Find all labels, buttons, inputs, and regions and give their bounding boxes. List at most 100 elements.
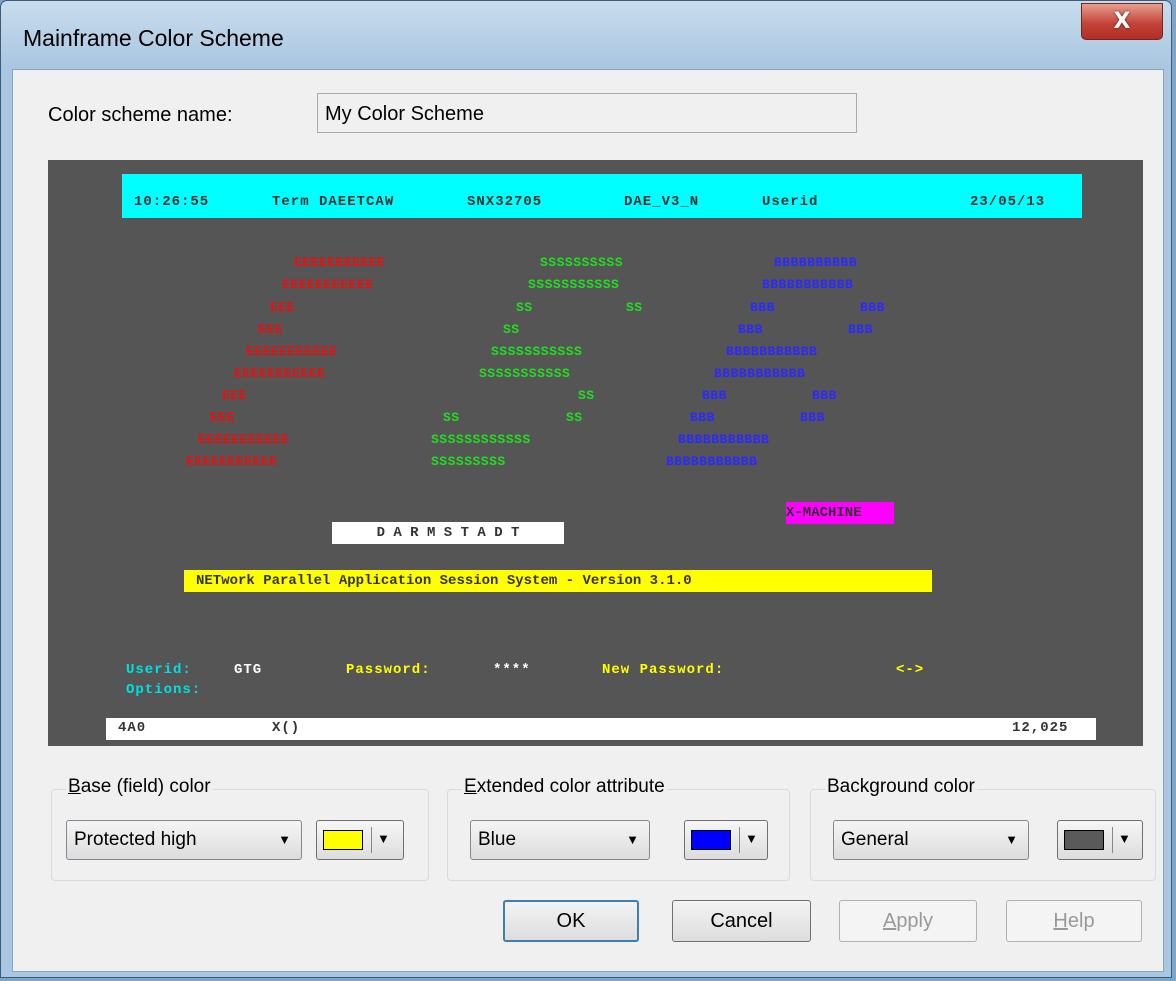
logo-s-line: SS <box>626 300 643 315</box>
extended-color-value: Blue <box>478 829 517 850</box>
logo-s-line: SS <box>443 410 460 425</box>
status-left: 4A0 <box>118 720 147 736</box>
dialog-window: Mainframe Color Scheme X Color scheme na… <box>0 0 1172 978</box>
logo-e-line: EEEEEEEEEEE <box>198 432 290 447</box>
close-icon: X <box>1113 9 1131 34</box>
base-color-label-text: ase (field) color <box>80 776 211 797</box>
extended-color-select[interactable]: Blue ▼ <box>470 820 650 860</box>
extended-color-label-text: xtended color attribute <box>476 776 665 797</box>
window-title: Mainframe Color Scheme <box>23 25 284 51</box>
password-label: Password: <box>346 662 431 678</box>
base-color-select[interactable]: Protected high ▼ <box>66 820 302 860</box>
logo-e-line: EEEEEEEEEEE <box>186 454 278 469</box>
logo-b-line: BBBBBBBBBBB <box>678 432 770 447</box>
logo-b-line: BBBBBBBBBBB <box>714 366 806 381</box>
header-time: 10:26:55 <box>134 194 210 210</box>
logo-b-line: BBB <box>860 300 885 315</box>
divider <box>739 827 740 853</box>
status-line: 4A0 X() 12,025 <box>106 718 1096 740</box>
terminal-preview[interactable]: 10:26:55 Term DAEETCAW SNX32705 DAE_V3_N… <box>48 160 1143 746</box>
apply-mnemonic: A <box>882 909 897 932</box>
base-color-group: Base (field) color Protected high ▼ ▼ <box>51 776 429 881</box>
logo-b-line: BBBBBBBBBBB <box>666 454 758 469</box>
extended-color-group: Extended color attribute Blue ▼ ▼ <box>447 776 790 881</box>
apply-label: pply <box>896 909 934 932</box>
logo-e-line: EEE <box>258 322 283 337</box>
background-color-mnemonic: g <box>869 776 880 797</box>
background-color-group: Background color General ▼ ▼ <box>810 776 1156 881</box>
extended-color-mnemonic: E <box>464 776 477 797</box>
terminal-header-bar: 10:26:55 Term DAEETCAW SNX32705 DAE_V3_N… <box>122 174 1082 218</box>
logo-e-line: EEE <box>222 388 247 403</box>
chevron-down-icon: ▼ <box>278 832 291 847</box>
ok-button[interactable]: OK <box>503 900 639 942</box>
base-color-label: Base (field) color <box>66 776 213 798</box>
chevron-down-icon: ▼ <box>626 832 639 847</box>
help-mnemonic: H <box>1053 909 1068 932</box>
logo-b-line: BBB <box>800 410 825 425</box>
header-snx: SNX32705 <box>467 194 543 210</box>
machine-label: X-MACHINE <box>786 502 894 524</box>
machine-text: X-MACHINE <box>786 505 862 521</box>
base-color-mnemonic: B <box>68 776 81 797</box>
options-label: Options: <box>126 682 202 698</box>
blue-swatch <box>691 830 731 850</box>
logo-s-line: SS <box>516 300 533 315</box>
header-userid: Userid <box>762 194 819 210</box>
help-button[interactable]: Help <box>1006 900 1142 942</box>
status-right: 12,025 <box>1012 720 1069 736</box>
logo-e-line: EEE <box>270 300 295 315</box>
version-banner: NETwork Parallel Application Session Sys… <box>184 570 932 592</box>
darmstadt-text: D A R M S T A D T <box>376 525 520 541</box>
logo-s-line: SSSSSSSSSSS <box>479 366 571 381</box>
logo-e-line: EEEEEEEEEEE <box>234 366 326 381</box>
chevron-down-icon: ▼ <box>745 831 758 846</box>
scheme-name-field[interactable]: My Color Scheme <box>317 93 857 133</box>
logo-s-line: SSSSSSSSSSSS <box>431 432 531 447</box>
logo-b-line: BBBBBBBBBB <box>774 255 858 270</box>
background-color-value: General <box>841 829 909 850</box>
new-password-label: New Password: <box>602 662 725 678</box>
logo-s-line: SSSSSSSSS <box>431 454 506 469</box>
background-color-label-pre: Back <box>827 776 870 797</box>
userid-value[interactable]: GTG <box>234 662 262 678</box>
logo-b-line: BBB <box>848 322 873 337</box>
title-bar[interactable]: Mainframe Color Scheme X <box>1 1 1171 69</box>
chevron-down-icon: ▼ <box>1118 831 1131 846</box>
logo-e-line: EEE <box>210 410 235 425</box>
logo-b-line: BBB <box>690 410 715 425</box>
close-button[interactable]: X <box>1081 3 1163 40</box>
logo-b-line: BBB <box>702 388 727 403</box>
logo-b-line: BBB <box>750 300 775 315</box>
background-color-select[interactable]: General ▼ <box>833 820 1029 860</box>
logo-s-line: SS <box>566 410 583 425</box>
logo-s-line: SSSSSSSSSS <box>540 255 624 270</box>
arrow-indicator: <-> <box>896 662 925 678</box>
background-color-picker[interactable]: ▼ <box>1057 820 1143 860</box>
chevron-down-icon: ▼ <box>377 831 390 846</box>
header-date: 23/05/13 <box>970 194 1046 210</box>
base-color-picker[interactable]: ▼ <box>316 820 404 860</box>
version-text: NETwork Parallel Application Session Sys… <box>196 573 692 589</box>
logo-s-line: SSSSSSSSSSS <box>528 277 620 292</box>
dialog-body: Color scheme name: My Color Scheme 10:26… <box>12 69 1164 972</box>
logo-s-line: SS <box>578 388 595 403</box>
apply-button[interactable]: Apply <box>839 900 977 942</box>
logo-b-line: BBBBBBBBBBB <box>762 277 854 292</box>
extended-color-picker[interactable]: ▼ <box>684 820 768 860</box>
divider <box>1112 827 1113 853</box>
header-term: Term DAEETCAW <box>272 194 395 210</box>
base-color-value: Protected high <box>74 829 197 850</box>
help-label: elp <box>1067 909 1095 932</box>
darmstadt-label: D A R M S T A D T <box>332 522 564 544</box>
divider <box>371 827 372 853</box>
password-value[interactable]: **** <box>493 662 531 678</box>
cancel-button[interactable]: Cancel <box>672 900 811 942</box>
status-mid: X() <box>272 720 301 736</box>
logo-s-line: SS <box>503 322 520 337</box>
scheme-name-label: Color scheme name: <box>48 104 233 126</box>
logo-e-line: EEEEEEEEEEE <box>246 344 338 359</box>
chevron-down-icon: ▼ <box>1005 832 1018 847</box>
gray-swatch <box>1064 830 1104 850</box>
background-color-label-text: round color <box>879 776 975 797</box>
